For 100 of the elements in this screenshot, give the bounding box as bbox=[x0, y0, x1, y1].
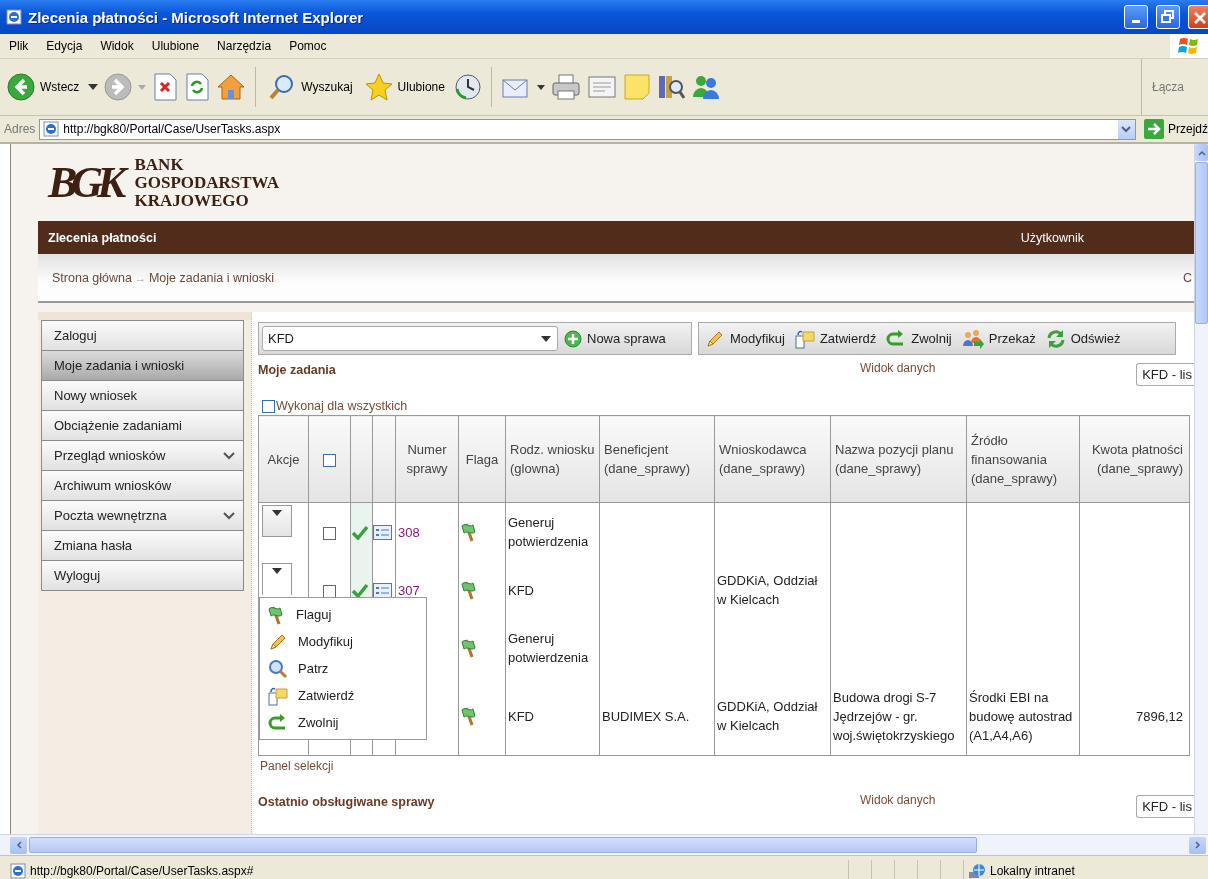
sidebar-item[interactable]: Przegląd wniosków bbox=[41, 440, 244, 470]
flag-icon[interactable] bbox=[461, 580, 479, 600]
menu-item[interactable]: Ulubione bbox=[142, 39, 209, 53]
table-cell: 7896,12 bbox=[1079, 677, 1190, 756]
menu-item[interactable]: Patrz bbox=[260, 655, 426, 682]
scrollbar-thumb[interactable] bbox=[29, 837, 977, 853]
app-title: Zlecenia płatności bbox=[48, 230, 157, 245]
actions-dropdown[interactable] bbox=[262, 505, 292, 537]
table-cell: Generuj potwierdzenia bbox=[505, 502, 600, 561]
menu-item[interactable]: Plik bbox=[0, 39, 38, 53]
sidebar-item[interactable]: Poczta wewnętrzna bbox=[41, 500, 244, 530]
minimize-button[interactable] bbox=[1124, 5, 1148, 29]
sidebar-item[interactable]: Wyloguj bbox=[41, 560, 244, 591]
column-header: Beneficjent (dane_sprawy) bbox=[599, 415, 715, 503]
page-icon bbox=[6, 9, 22, 25]
refresh-page-icon[interactable] bbox=[184, 73, 211, 101]
scroll-right-button[interactable] bbox=[1189, 836, 1206, 854]
history-icon[interactable] bbox=[453, 73, 482, 101]
column-header: Wnioskodawca (dane_sprawy) bbox=[714, 415, 831, 503]
case-number-link[interactable]: 307 bbox=[398, 582, 420, 598]
sidebar-item[interactable]: Zmiana hasła bbox=[41, 530, 244, 560]
address-field[interactable]: http://bgk80/Portal/Case/UserTasks.aspx bbox=[39, 118, 1136, 140]
go-arrow-icon bbox=[1144, 119, 1164, 139]
column-header: Numer sprawy bbox=[395, 415, 459, 503]
people-icon[interactable] bbox=[690, 73, 721, 101]
checkbox[interactable] bbox=[323, 584, 336, 598]
action-button[interactable]: Modyfikuj bbox=[705, 328, 785, 349]
sidebar-item[interactable]: Zaloguj bbox=[41, 320, 244, 350]
sidebar-item[interactable]: Archiwum wniosków bbox=[41, 470, 244, 500]
menu-item[interactable]: Narzędzia bbox=[208, 39, 281, 53]
restore-button[interactable] bbox=[1156, 5, 1180, 29]
view-label: Widok danych bbox=[860, 793, 936, 807]
column-header: Kwota płatności (dane_sprawy) bbox=[1079, 415, 1190, 503]
column-header: Flaga bbox=[458, 415, 506, 503]
close-icon bbox=[1191, 10, 1206, 24]
column-header: Rodz. wniosku (glowna) bbox=[505, 415, 600, 503]
printer-icon[interactable] bbox=[550, 73, 581, 101]
details-icon[interactable] bbox=[373, 524, 392, 540]
page-icon bbox=[43, 121, 60, 137]
flag-icon[interactable] bbox=[461, 638, 479, 658]
logo-monogram: BGK bbox=[48, 157, 129, 208]
sidebar-item[interactable]: Nowy wniosek bbox=[41, 380, 244, 410]
table-cell: Budowa drogi S-7 Jędrzejów - gr. woj.świętokrzyskiego bbox=[830, 677, 967, 756]
breadcrumb-link[interactable]: Moje zadania i wnioski bbox=[148, 270, 274, 285]
back-button[interactable]: Wstecz bbox=[4, 71, 83, 103]
stop-icon[interactable] bbox=[152, 73, 179, 101]
checkmark-icon bbox=[351, 582, 369, 598]
go-button[interactable]: Przejdź bbox=[1140, 119, 1208, 139]
section-title: Moje zadania bbox=[258, 363, 337, 377]
table-cell: GDDKiA, Oddział w Kielcach bbox=[714, 561, 831, 619]
dropdown-arrow-icon bbox=[272, 568, 282, 574]
chevron-right-icon bbox=[1194, 841, 1201, 849]
new-case-button[interactable]: Nowa sprawa bbox=[564, 329, 666, 348]
people-arrow-icon bbox=[961, 328, 984, 349]
view-select[interactable]: KFD - lis bbox=[1136, 363, 1194, 386]
details-icon[interactable] bbox=[373, 582, 392, 598]
view-select[interactable]: KFD - lis bbox=[1136, 795, 1194, 818]
action-button[interactable]: Zwolnij bbox=[886, 329, 952, 348]
flag-icon[interactable] bbox=[461, 522, 479, 542]
scroll-left-button[interactable] bbox=[10, 836, 27, 854]
address-label: Adres bbox=[4, 122, 36, 136]
breadcrumb-link[interactable]: Strona główna bbox=[52, 270, 132, 285]
chevron-up-icon[interactable] bbox=[1197, 149, 1206, 156]
chevron-left-icon bbox=[15, 841, 22, 849]
favorites-button[interactable]: Ulubione bbox=[361, 71, 448, 103]
section-title: Ostatnio obsługiwane sprawy bbox=[258, 795, 436, 809]
checkbox[interactable] bbox=[323, 526, 336, 540]
sidebar-item[interactable]: Moje zadania i wnioski bbox=[41, 350, 244, 380]
menu-item[interactable]: Modyfikuj bbox=[260, 628, 426, 655]
network-globe-icon bbox=[968, 862, 986, 879]
action-button[interactable]: Odśwież bbox=[1045, 328, 1121, 349]
checkbox[interactable] bbox=[323, 453, 336, 467]
star-icon bbox=[364, 73, 393, 101]
chevron-down-icon[interactable] bbox=[1121, 125, 1132, 133]
menu-item[interactable]: Widok bbox=[91, 39, 143, 53]
books-magnifier-icon[interactable] bbox=[656, 73, 685, 101]
flag-icon[interactable] bbox=[461, 706, 479, 726]
user-label[interactable]: Użytkownik bbox=[1020, 230, 1084, 245]
menu-item[interactable]: Flaguj bbox=[260, 601, 426, 628]
breadcrumb-separator: → bbox=[134, 271, 146, 284]
vertical-scrollbar[interactable] bbox=[1194, 144, 1208, 834]
action-button[interactable]: Przekaż bbox=[961, 328, 1036, 349]
minimize-icon bbox=[1132, 19, 1140, 23]
menu-item[interactable]: Zwolnij bbox=[260, 709, 426, 736]
menu-item[interactable]: Zatwierdź bbox=[260, 682, 426, 709]
links-label[interactable]: Łącza bbox=[1140, 59, 1208, 115]
close-button[interactable] bbox=[1188, 5, 1208, 29]
action-button[interactable]: Zatwierdź bbox=[794, 328, 877, 349]
sidebar-item[interactable]: Obciążenie zadaniami bbox=[41, 410, 244, 440]
checkbox[interactable] bbox=[262, 399, 275, 413]
menu-item[interactable]: Pomoc bbox=[280, 39, 336, 53]
home-icon[interactable] bbox=[216, 73, 247, 101]
case-number-link[interactable]: 308 bbox=[398, 524, 420, 540]
search-button[interactable]: Wyszukaj bbox=[265, 71, 356, 103]
document-folder-icon bbox=[268, 685, 288, 706]
actions-dropdown[interactable] bbox=[262, 563, 292, 595]
table-cell: GDDKiA, Oddział w Kielcach bbox=[714, 677, 831, 756]
menu-item[interactable]: Edycja bbox=[37, 39, 92, 53]
case-type-select[interactable]: KFD bbox=[262, 326, 558, 351]
scrollbar-thumb[interactable] bbox=[1195, 162, 1208, 324]
